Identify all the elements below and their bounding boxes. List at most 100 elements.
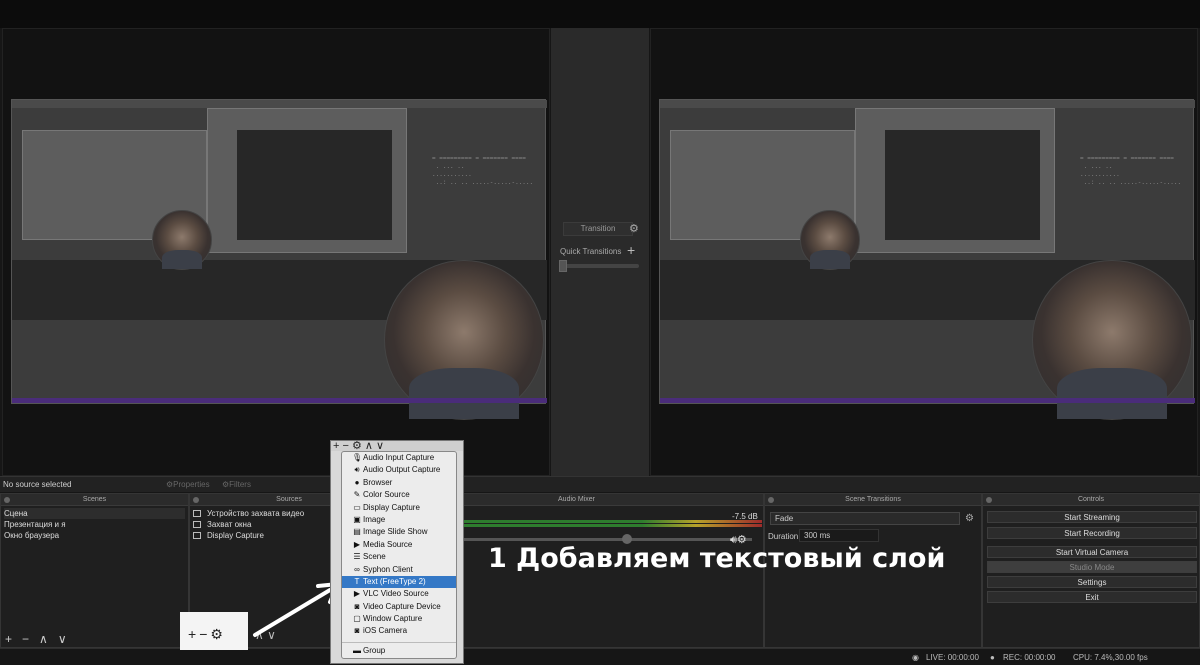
infinity-icon: ∞ xyxy=(354,564,360,574)
duration-label: Duration xyxy=(768,532,799,541)
source-label: Захват окна xyxy=(207,520,252,529)
screen-window-inner xyxy=(237,130,392,240)
no-source-label: No source selected xyxy=(3,480,72,489)
menu-item-ios-camera[interactable]: ◙ iOS Camera xyxy=(342,625,456,637)
menu-item-group[interactable]: ▬ Group xyxy=(342,645,456,657)
properties-label: Properties xyxy=(173,480,210,489)
menu-item-display-capture[interactable]: ▭ Display Capture xyxy=(342,502,456,514)
quick-transitions-label: Quick Transitions xyxy=(560,247,622,256)
cpu-readout: CPU: 7.4%,30.00 fps xyxy=(1073,653,1148,662)
menu-item-syphon-client[interactable]: ∞ Syphon Client xyxy=(342,564,456,576)
dock-float-icon[interactable] xyxy=(768,497,774,503)
scenes-toolbar: + − ∧ ∨ xyxy=(1,631,188,647)
folder-icon: ▬ xyxy=(353,645,361,655)
scene-item[interactable]: Сцена xyxy=(4,508,185,519)
scene-item[interactable]: Окно браузера xyxy=(4,530,185,541)
duration-field[interactable]: 300 ms xyxy=(799,529,879,542)
add-scene-button[interactable]: + xyxy=(5,632,12,646)
menu-item-scene[interactable]: ☰ Scene xyxy=(342,551,456,563)
screen-code: = ========= = ======= ==== . ... .. ....… xyxy=(1080,155,1182,186)
menu-item-label: Display Capture xyxy=(363,502,420,512)
menu-item-browser[interactable]: ● Browser xyxy=(342,477,456,489)
transition-button[interactable]: Transition xyxy=(563,222,633,236)
volume-meter xyxy=(462,524,762,527)
menu-item-video-capture-device[interactable]: ◙ Video Capture Device xyxy=(342,601,456,613)
plus-icon[interactable]: + xyxy=(627,242,635,258)
start-virtual-camera-button[interactable]: Start Virtual Camera xyxy=(987,546,1197,558)
start-recording-button[interactable]: Start Recording xyxy=(987,527,1197,539)
obs-window: = ========= = ======= ==== . ... .. ....… xyxy=(0,0,1200,665)
slider-knob[interactable] xyxy=(559,260,567,272)
top-bar xyxy=(0,0,1200,28)
globe-icon: ● xyxy=(354,477,360,487)
live-timer: LIVE: 00:00:00 xyxy=(926,653,979,662)
menu-item-label: Image Slide Show xyxy=(363,527,428,537)
window-icon xyxy=(193,521,201,528)
move-up-button[interactable]: ∧ xyxy=(39,632,48,646)
gear-icon[interactable]: ⚙ xyxy=(210,626,226,642)
filters-button[interactable]: ⚙Filters xyxy=(222,480,251,489)
dock-header: Scene Transitions xyxy=(765,494,981,506)
move-down-button[interactable]: ∨ xyxy=(58,632,67,646)
exit-button[interactable]: Exit xyxy=(987,591,1197,603)
preview-screen: = ========= = ======= ==== . ... .. ....… xyxy=(11,99,547,420)
add-source-button[interactable]: + xyxy=(188,626,199,642)
remove-scene-button[interactable]: − xyxy=(22,632,29,646)
menu-item-vlc-video-source[interactable]: ▶ VLC Video Source xyxy=(342,588,456,600)
menu-item-color-source[interactable]: ✎ Color Source xyxy=(342,489,456,501)
webcam-circle-small xyxy=(800,210,860,270)
camera-icon xyxy=(193,510,201,517)
menu-item-label: Scene xyxy=(363,552,386,562)
camera-icon: ◙ xyxy=(354,601,360,611)
scene-item[interactable]: Презентация и я xyxy=(4,519,185,530)
webcam-circle-small xyxy=(152,210,212,270)
gear-icon[interactable]: ⚙ xyxy=(629,222,641,236)
transition-select[interactable]: Fade xyxy=(770,512,960,525)
transition-slider[interactable] xyxy=(559,260,639,272)
properties-button[interactable]: ⚙Properties xyxy=(166,480,210,489)
shirt xyxy=(1056,368,1168,419)
gear-icon[interactable]: ⚙ xyxy=(965,513,974,524)
menu-item-audio-output-capture[interactable]: 🔊︎ Audio Output Capture xyxy=(342,464,456,476)
volume-slider[interactable] xyxy=(462,534,752,544)
remove-source-button[interactable]: − xyxy=(199,626,210,642)
screen-code: = ========= = ======= ==== . ... .. ....… xyxy=(432,155,534,186)
text-icon: T xyxy=(354,576,360,586)
slideshow-icon: ▤ xyxy=(353,527,361,537)
menu-item-label: VLC Video Source xyxy=(363,589,429,599)
window-icon: ▢ xyxy=(353,614,361,624)
shirt xyxy=(161,250,203,269)
studio-mode-button[interactable]: Studio Mode xyxy=(987,561,1197,573)
dock-float-icon[interactable] xyxy=(193,497,199,503)
menu-item-label: Browser xyxy=(363,477,393,487)
list-icon: ☰ xyxy=(353,552,361,562)
menu-item-label: Syphon Client xyxy=(363,564,413,574)
speaker-icon: 🔊︎ xyxy=(354,465,360,475)
start-streaming-button[interactable]: Start Streaming xyxy=(987,511,1197,523)
controls-dock: Controls Start Streaming Start Recording… xyxy=(982,493,1200,648)
webcam-circle xyxy=(384,260,544,420)
menu-item-window-capture[interactable]: ▢ Window Capture xyxy=(342,613,456,625)
rec-timer: REC: 00:00:00 xyxy=(1003,653,1056,662)
preview-panel[interactable]: = ========= = ======= ==== . ... .. ....… xyxy=(2,28,550,476)
dock-float-icon[interactable] xyxy=(986,497,992,503)
settings-button[interactable]: Settings xyxy=(987,576,1197,588)
menu-item-audio-input-capture[interactable]: 🎙︎Audio Input Capture xyxy=(342,452,456,464)
annotation-text: 1 Добавляем текстовый слой xyxy=(488,543,946,574)
program-panel[interactable]: = ========= = ======= ==== . ... .. ....… xyxy=(650,28,1198,476)
sources-toolbar: +−⚙ xyxy=(188,626,226,643)
record-icon: ● xyxy=(990,653,995,662)
menu-item-image-slide-show[interactable]: ▤ Image Slide Show xyxy=(342,526,456,538)
camera-icon: ◙ xyxy=(354,626,360,636)
shirt xyxy=(408,368,520,419)
dock-header: Controls xyxy=(983,494,1199,506)
menu-item-label: Image xyxy=(363,514,386,524)
menu-item-label: Window Capture xyxy=(363,614,423,624)
dock-float-icon[interactable] xyxy=(4,497,10,503)
menu-item-image[interactable]: ▣ Image xyxy=(342,514,456,526)
sources-title: Sources xyxy=(276,496,302,503)
menu-item-label: Group xyxy=(363,645,386,655)
menu-item-text-freetype-2[interactable]: T Text (FreeType 2) xyxy=(342,575,456,589)
menu-item-media-source[interactable]: ▶ Media Source xyxy=(342,539,456,551)
microphone-icon: 🎙︎ xyxy=(352,453,363,462)
